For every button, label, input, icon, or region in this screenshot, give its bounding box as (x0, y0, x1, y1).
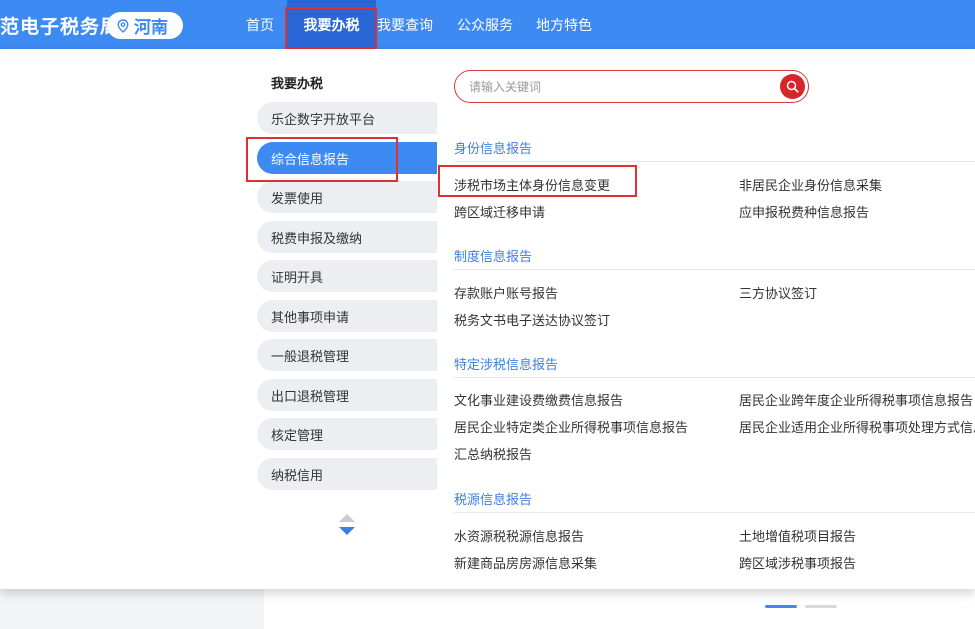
section-divider (454, 512, 975, 513)
link-item[interactable]: 非居民企业身份信息采集 (739, 175, 882, 194)
section-divider (454, 161, 975, 162)
category-item[interactable]: 出口退税管理 (257, 379, 437, 411)
category-item[interactable]: 其他事项申请 (257, 300, 437, 332)
search-input[interactable] (467, 77, 767, 97)
category-item[interactable]: 证明开具 (257, 260, 437, 292)
link-item[interactable]: 土地增值税项目报告 (739, 526, 856, 545)
nav-query[interactable]: 我要查询 (377, 0, 433, 49)
section-title-specific-tax: 特定涉税信息报告 (454, 358, 559, 373)
search-bar (454, 70, 809, 103)
link-item[interactable]: 三方协议签订 (739, 283, 817, 302)
search-icon (786, 80, 799, 93)
mega-menu-dropdown: 我要办税 乐企数字开放平台 综合信息报告 发票使用 税费申报及缴纳 证明开具 其… (0, 49, 975, 589)
link-item[interactable]: 跨区域涉税事项报告 (739, 553, 856, 572)
category-item[interactable]: 税费申报及缴纳 (257, 221, 437, 253)
category-item-active[interactable]: 综合信息报告 (257, 142, 437, 174)
top-header: 范电子税务局 河南 首页 我要办税 我要查询 公众服务 地方特色 (0, 0, 975, 49)
link-item[interactable]: 水资源税税源信息报告 (454, 526, 584, 545)
search-button[interactable] (780, 74, 805, 99)
menu-category-column: 我要办税 乐企数字开放平台 综合信息报告 发票使用 税费申报及缴纳 证明开具 其… (0, 49, 437, 589)
category-item[interactable]: 核定管理 (257, 418, 437, 450)
section-divider (454, 377, 975, 378)
site-title: 范电子税务局 (0, 16, 121, 38)
carousel-dot-active[interactable] (765, 605, 797, 608)
category-item[interactable]: 乐企数字开放平台 (257, 102, 437, 134)
category-item[interactable]: 发票使用 (257, 181, 437, 213)
nav-home[interactable]: 首页 (246, 0, 274, 49)
link-item[interactable]: 跨区域迁移申请 (454, 202, 545, 221)
menu-category-title: 我要办税 (271, 77, 324, 92)
link-item[interactable]: 居民企业跨年度企业所得税事项信息报告 (739, 390, 973, 409)
carousel-dot[interactable] (805, 605, 837, 608)
location-pin-icon (117, 18, 129, 33)
nav-public-service[interactable]: 公众服务 (457, 0, 513, 49)
link-item[interactable]: 居民企业适用企业所得税事项处理方式信息 (739, 417, 975, 436)
link-item[interactable]: 居民企业特定类企业所得税事项信息报告 (454, 417, 688, 436)
link-item[interactable]: 文化事业建设费缴费信息报告 (454, 390, 623, 409)
link-item[interactable]: 新建商品房房源信息采集 (454, 553, 597, 572)
link-item[interactable]: 汇总纳税报告 (454, 444, 532, 463)
nav-tax-handling[interactable]: 我要办税 (287, 0, 376, 49)
link-item[interactable]: 应申报税费种信息报告 (739, 202, 869, 221)
section-title-identity: 身份信息报告 (454, 142, 533, 157)
link-item[interactable]: 涉税市场主体身份信息变更 (454, 175, 610, 194)
section-divider (454, 269, 975, 270)
section-title-tax-source: 税源信息报告 (454, 493, 533, 508)
link-item[interactable]: 存款账户账号报告 (454, 283, 558, 302)
content-card (264, 589, 975, 629)
region-selector[interactable]: 河南 (107, 12, 183, 39)
nav-local-features[interactable]: 地方特色 (536, 0, 592, 49)
category-item[interactable]: 纳税信用 (257, 458, 437, 490)
section-title-institutional: 制度信息报告 (454, 250, 533, 265)
scroll-updown-icon[interactable] (337, 512, 357, 538)
category-item[interactable]: 一般退税管理 (257, 339, 437, 371)
region-label: 河南 (134, 18, 168, 38)
link-item[interactable]: 税务文书电子送达协议签订 (454, 310, 610, 329)
menu-links-panel: 身份信息报告 涉税市场主体身份信息变更 非居民企业身份信息采集 跨区域迁移申请 … (437, 49, 975, 589)
